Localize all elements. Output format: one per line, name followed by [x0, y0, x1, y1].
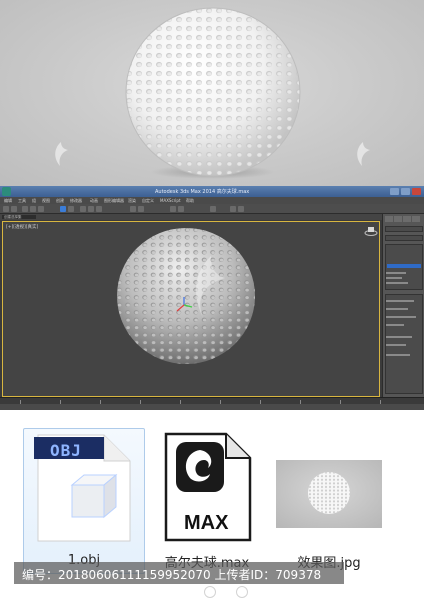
- obj-file-icon: [34, 434, 131, 542]
- panel-text-line: [386, 308, 408, 310]
- page: Autodesk 3ds Max 2014 高尔夫球.max 编辑 工具 组 视…: [0, 0, 424, 600]
- caption-bar: 编号：20180606111159952070 上传者ID：709378: [14, 562, 344, 584]
- window-title: Autodesk 3ds Max 2014 高尔夫球.max: [155, 189, 250, 195]
- obj-badge-text: OBJ: [50, 441, 82, 460]
- modifier-list-dropdown[interactable]: [385, 235, 423, 241]
- panel-text-line: [386, 282, 408, 284]
- 3dsmax-window: Autodesk 3ds Max 2014 高尔夫球.max 编辑 工具 组 视…: [0, 186, 424, 410]
- close-button[interactable]: [412, 188, 421, 195]
- render-icon[interactable]: [238, 206, 244, 212]
- menu-bar: 编辑 工具 组 视图 创建 修改器 动画 图形编辑器 渲染 自定义 MAXScr…: [0, 197, 424, 204]
- panel-text-line: [386, 354, 410, 356]
- render-setup-icon[interactable]: [230, 206, 236, 212]
- panel-text-line: [386, 272, 406, 274]
- viewcube-icon[interactable]: [364, 226, 378, 236]
- select-icon[interactable]: [60, 206, 66, 212]
- max-badge-text: MAX: [184, 512, 229, 534]
- secondary-toolbar: 创建选择集: [0, 214, 424, 220]
- panel-text-line: [386, 300, 414, 302]
- viewport-label[interactable]: [+][透视][真实]: [6, 224, 38, 230]
- file-item-max[interactable]: MAX 高尔夫球.max: [152, 428, 262, 574]
- create-tab[interactable]: [385, 216, 393, 222]
- app-icon[interactable]: [2, 187, 11, 196]
- undo-icon[interactable]: [3, 206, 9, 212]
- bind-icon[interactable]: [38, 206, 44, 212]
- minimize-button[interactable]: [390, 188, 399, 195]
- angle-snap-icon[interactable]: [138, 206, 144, 212]
- panel-text-line: [386, 277, 402, 279]
- file-item-jpg[interactable]: 效果图.jpg: [270, 428, 388, 574]
- selection-set-dropdown[interactable]: 创建选择集: [2, 215, 36, 219]
- selection-set-label: 创建选择集: [4, 215, 22, 219]
- motion-tab[interactable]: [412, 216, 420, 222]
- align-icon[interactable]: [178, 206, 184, 212]
- title-bar: Autodesk 3ds Max 2014 高尔夫球.max: [0, 186, 424, 197]
- link-icon[interactable]: [22, 206, 28, 212]
- hierarchy-tab[interactable]: [403, 216, 411, 222]
- timeline-track[interactable]: [0, 397, 424, 404]
- unlink-icon[interactable]: [30, 206, 36, 212]
- material-editor-icon[interactable]: [210, 206, 216, 212]
- scale-icon[interactable]: [96, 206, 102, 212]
- caption-text: 编号：20180606111159952070 上传者ID：709378: [22, 568, 322, 582]
- panel-text-line: [386, 316, 416, 318]
- select-region-icon[interactable]: [68, 206, 74, 212]
- golf-ball-render: [125, 7, 301, 177]
- rotate-icon[interactable]: [88, 206, 94, 212]
- mirror-icon[interactable]: [170, 206, 176, 212]
- transform-gizmo-icon[interactable]: [175, 296, 193, 314]
- modifier-stack-selected-item[interactable]: [387, 264, 421, 268]
- maximize-button[interactable]: [401, 188, 410, 195]
- jpg-thumbnail-icon: [276, 460, 382, 528]
- move-icon[interactable]: [80, 206, 86, 212]
- modify-tab[interactable]: [394, 216, 402, 222]
- command-panel: [382, 214, 424, 397]
- file-item-obj[interactable]: OBJ 1.obj: [23, 428, 145, 574]
- watermark-logo-icon: [55, 142, 68, 166]
- watermark-logo-icon: [236, 586, 248, 598]
- panel-text-line: [386, 336, 412, 338]
- redo-icon[interactable]: [11, 206, 17, 212]
- object-name-field[interactable]: [385, 226, 423, 232]
- snap-icon[interactable]: [130, 206, 136, 212]
- menu-item[interactable]: MAXScript: [160, 198, 181, 203]
- render-preview: [0, 0, 424, 186]
- watermark-logo-icon: [204, 586, 216, 598]
- watermark-logo-icon: [357, 142, 370, 166]
- panel-text-line: [386, 324, 404, 326]
- perspective-viewport[interactable]: [+][透视][真实]: [2, 221, 380, 397]
- panel-text-line: [386, 344, 406, 346]
- main-toolbar: [0, 204, 424, 214]
